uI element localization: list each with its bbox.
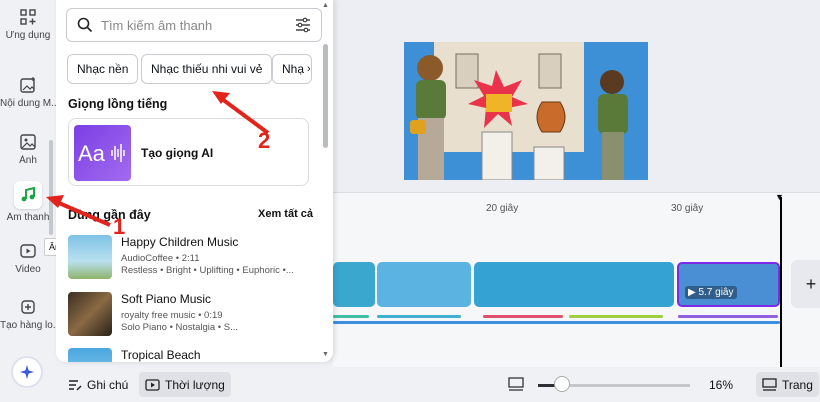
annotation-number: 1 [113, 214, 126, 239]
annotation-number: 2 [258, 128, 271, 153]
annotation-arrows [46, 91, 270, 227]
